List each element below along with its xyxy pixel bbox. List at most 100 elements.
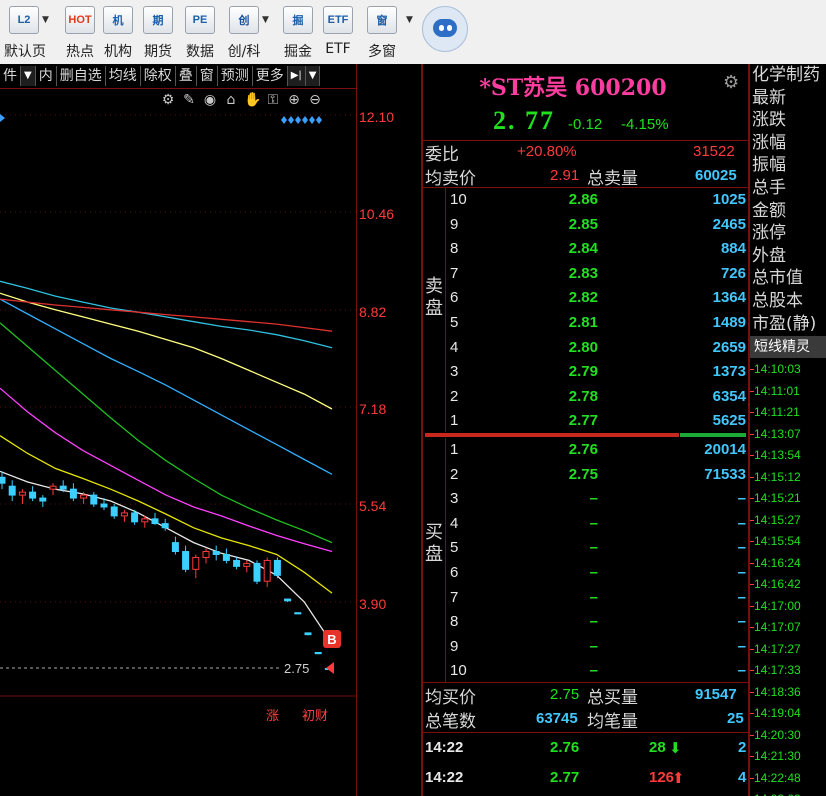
- signal-time[interactable]: 14:11:01: [754, 384, 800, 398]
- toolbar-button-label: 机构: [104, 44, 132, 60]
- orderbook-row[interactable]: 7 2.83 726: [423, 262, 748, 286]
- orderbook-row[interactable]: 6 2.82 1364: [423, 286, 748, 310]
- chart-menu-item[interactable]: 窗: [197, 66, 218, 86]
- orderbook-row[interactable]: 8 2.84 884: [423, 237, 748, 261]
- chart-menu-item[interactable]: 均线: [106, 66, 141, 86]
- signal-time[interactable]: 14:19:04: [754, 706, 801, 720]
- level-price: –: [589, 539, 598, 557]
- toolbar-button-label: 掘金: [284, 44, 312, 60]
- orderbook-row[interactable]: 9 2.85 2465: [423, 213, 748, 237]
- chevron-down-icon[interactable]: ▼: [305, 66, 321, 86]
- toolbar-hot-button[interactable]: HOT 热点: [60, 6, 100, 62]
- orderbook-row[interactable]: 1 2.76 20014: [423, 438, 748, 462]
- level-price: 2.78: [568, 387, 598, 405]
- chart-menu-item[interactable]: 除权: [141, 66, 176, 86]
- candle-body: [59, 485, 67, 490]
- level-price: 2.77: [568, 412, 598, 430]
- signal-time[interactable]: 14:10:03: [754, 362, 801, 376]
- signal-time[interactable]: 14:11:21: [754, 405, 800, 419]
- chart-menu-item[interactable]: 内: [36, 66, 57, 86]
- chevron-down-icon[interactable]: ▼: [42, 15, 49, 25]
- orderbook-row[interactable]: 9 – –: [423, 635, 748, 659]
- toolbar-institution-button[interactable]: 机机构: [98, 6, 138, 62]
- signal-time[interactable]: 14:15:54: [754, 534, 801, 548]
- toolbar-data-button[interactable]: PE 数据: [180, 6, 220, 62]
- signal-time[interactable]: 14:18:36: [754, 685, 801, 699]
- orderbook-row[interactable]: 7 – –: [423, 586, 748, 610]
- chevron-down-icon[interactable]: ▼: [262, 15, 269, 25]
- level-label: 1: [450, 412, 459, 430]
- level-label: 1: [450, 441, 459, 458]
- toolbar-default-page-button[interactable]: L2 默认页 ▼: [4, 6, 49, 62]
- signal-time[interactable]: 14:17:33: [754, 663, 801, 677]
- signal-time[interactable]: 14:15:27: [754, 513, 801, 527]
- level-price: 2.85: [568, 215, 598, 233]
- price-tick-label: 8.82: [359, 304, 387, 320]
- tick-row: 14:22 2.77 126 ⬆ 4: [423, 769, 748, 793]
- gear-icon[interactable]: ⚙: [723, 72, 739, 93]
- chart-menu-item[interactable]: 件: [0, 66, 21, 86]
- orderbook-row[interactable]: 1 2.77 5625: [423, 409, 748, 433]
- signal-time[interactable]: 14:13:54: [754, 448, 801, 462]
- chevron-down-icon[interactable]: ▼: [21, 66, 36, 86]
- next-page-icon[interactable]: ▶|: [287, 66, 306, 86]
- signal-time[interactable]: 14:17:27: [754, 642, 801, 656]
- orderbook-row[interactable]: 4 2.80 2659: [423, 336, 748, 360]
- orderbook-row[interactable]: 10 2.86 1025: [423, 188, 748, 212]
- divider: [445, 438, 446, 682]
- level-price: 2.75: [568, 465, 598, 483]
- orderbook-row[interactable]: 2 2.75 71533: [423, 463, 748, 487]
- signal-time[interactable]: 14:22:48: [754, 771, 801, 785]
- toolbar-button-label: 创/科: [227, 44, 261, 60]
- orderbook-row[interactable]: 3 – –: [423, 487, 748, 511]
- toolbar-futures-button[interactable]: 期期货: [138, 6, 178, 62]
- tab-short-term-genie[interactable]: 短线精灵: [750, 336, 826, 358]
- signal-time[interactable]: 14:16:24: [754, 556, 801, 570]
- info-field-label: 总手: [752, 178, 786, 198]
- kline-canvas[interactable]: B 2.75 涨 初财: [0, 88, 356, 796]
- ma-line-4: [0, 322, 333, 544]
- price-tick-label: 12.10: [359, 109, 395, 125]
- signal-time[interactable]: 14:15:12: [754, 470, 801, 484]
- orderbook-row[interactable]: 2 2.78 6354: [423, 385, 748, 409]
- orderbook-row[interactable]: 6 – –: [423, 561, 748, 585]
- signal-time[interactable]: 14:23:03: [754, 792, 801, 796]
- orderbook-row[interactable]: 5 – –: [423, 536, 748, 560]
- orderbook-row[interactable]: 5 2.81 1489: [423, 311, 748, 335]
- signal-time[interactable]: 14:21:30: [754, 749, 801, 763]
- level-volume: 2659: [712, 338, 746, 356]
- orderbook-row[interactable]: 8 – –: [423, 610, 748, 634]
- candle-body: [192, 556, 200, 570]
- level-label: 9: [450, 637, 459, 655]
- default-page-icon: L2: [9, 6, 39, 34]
- signal-time[interactable]: 14:16:42: [754, 577, 801, 591]
- level-volume: 20014: [704, 441, 746, 458]
- toolbar-dig-gold-button[interactable]: 掘掘金: [278, 6, 318, 62]
- chart-menu-item[interactable]: 更多: [253, 66, 288, 86]
- signal-time[interactable]: 14:17:00: [754, 599, 801, 613]
- orderbook-row[interactable]: 10 – –: [423, 659, 748, 683]
- candle-body: [100, 503, 108, 508]
- signal-time[interactable]: 14:15:21: [754, 491, 801, 505]
- chart-menu-item[interactable]: 删自选: [57, 66, 106, 86]
- orderbook-row[interactable]: 4 – –: [423, 512, 748, 536]
- orderbook-row[interactable]: 3 2.79 1373: [423, 360, 748, 384]
- toolbar-etf-button[interactable]: ETF ETF: [318, 6, 358, 62]
- toolbar-button-label: 默认页: [4, 44, 46, 60]
- toolbar-multi-window-button[interactable]: 窗多窗 ▼: [362, 6, 413, 62]
- signal-time[interactable]: 14:20:30: [754, 728, 801, 742]
- chart-menu-item[interactable]: 叠: [176, 66, 197, 86]
- chevron-down-icon[interactable]: ▼: [406, 15, 413, 25]
- info-field-label: 市盈(静): [752, 313, 817, 334]
- signal-time[interactable]: 14:17:07: [754, 620, 801, 634]
- level-price: 2.79: [568, 363, 598, 381]
- price-tick-label: 10.46: [359, 206, 395, 222]
- weibi-label: 委比: [425, 145, 459, 165]
- avg-sell-price: 2.91: [550, 167, 580, 184]
- assistant-robot-icon[interactable]: [422, 6, 468, 52]
- avg-trade-label: 均笔量: [587, 712, 638, 732]
- signal-time[interactable]: 14:13:07: [754, 427, 801, 441]
- price-axis: 12.10 10.46 8.82 7.18 5.54 3.90: [356, 64, 421, 796]
- toolbar-chinext-star-button[interactable]: 创创/科 ▼: [224, 6, 269, 62]
- chart-menu-item[interactable]: 预测: [218, 66, 253, 86]
